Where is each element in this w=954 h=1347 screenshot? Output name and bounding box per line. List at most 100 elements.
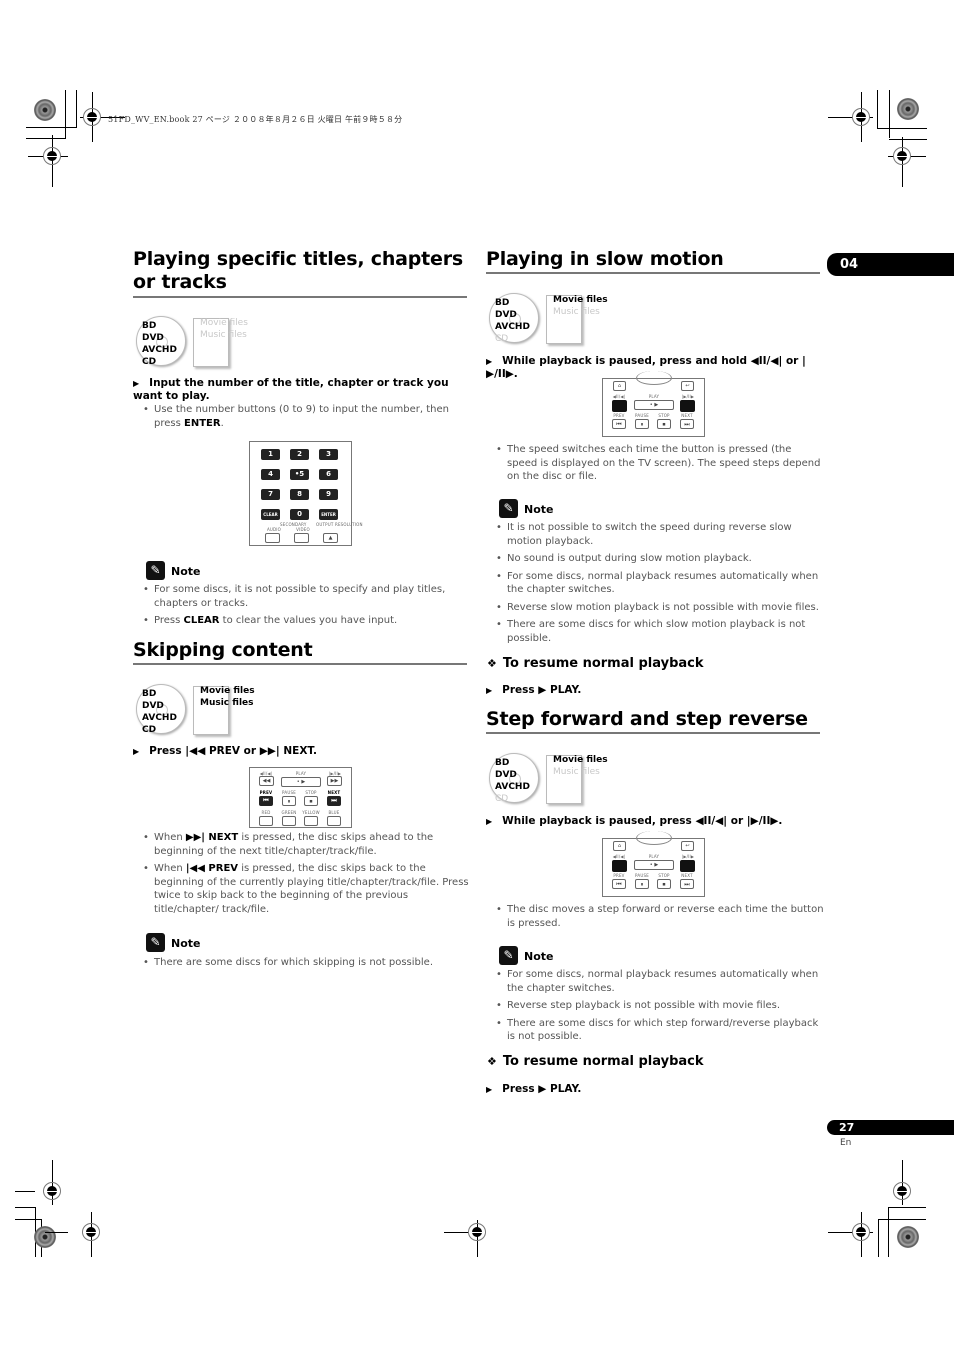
remote-label: OUTPUT RESOLUTION (316, 522, 363, 527)
registration-mark-icon (893, 1182, 911, 1200)
note-label: Note (171, 565, 201, 578)
note-list: It is not possible to switch the speed d… (494, 521, 824, 649)
registration-mark-icon (893, 147, 911, 165)
subheading-resume: ❖ To resume normal playback (487, 656, 704, 672)
registration-mark-icon (83, 108, 101, 126)
note-heading: ✎ Note (499, 499, 599, 519)
file-type-list: Movie files Music files (200, 317, 248, 341)
step-arrow-icon: ▶ (133, 379, 140, 388)
file-type-label: Movie files (200, 686, 255, 696)
transport-key: ⏮ (612, 879, 626, 889)
diamond-bullet-icon: ❖ (487, 1055, 497, 1068)
step-arrow-icon: ▶ (486, 1085, 493, 1094)
remote-step-illustration: ⌂ ↩ ◀II/◀| PLAY |▶/II▶ • ▶ PREV ⏮ PAUSE ⏸ STOP ⏹ NEX… (602, 831, 705, 897)
return-key-icon: ↩ (681, 841, 694, 851)
color-bar-dial-icon (34, 1226, 56, 1248)
remote-key: 6 (319, 469, 338, 480)
note-heading: ✎ Note (499, 946, 599, 966)
registration-mark-icon (852, 108, 870, 126)
remote-key: 1 (261, 449, 280, 460)
pencil-note-icon: ✎ (146, 561, 165, 580)
remote-key: 9 (319, 489, 338, 500)
media-badge: BD DVD AVCHD CD Movie files Music files (489, 753, 608, 813)
instruction-step: ▶ Press ▶ PLAY. (486, 1083, 581, 1096)
instruction-step: ▶ Press ▶ PLAY. (486, 684, 581, 697)
media-badge: BD DVD AVCHD CD Movie files Music files (136, 684, 255, 744)
pencil-note-icon: ✎ (499, 946, 518, 965)
item-text: The speed switches each time the button … (507, 444, 821, 482)
color-bar-dial-icon (34, 99, 56, 121)
bullet-list: The disc moves a step forward or reverse… (494, 903, 824, 934)
step-arrow-icon: ▶ (486, 817, 493, 826)
bullet-list: When ▶▶| NEXT is pressed, the disc skips… (141, 831, 473, 920)
remote-label: VIDEO (296, 527, 310, 532)
transport-key: ⏹ (304, 796, 318, 806)
item-text: Press (154, 615, 184, 626)
disc-type-avchd: AVCHD (142, 345, 177, 355)
file-type-label: Music files (200, 698, 254, 708)
media-badge: BD DVD AVCHD CD Movie files Music files (136, 316, 248, 376)
note-label: Note (524, 503, 554, 516)
instruction-step: ▶ Input the number of the title, chapter … (133, 377, 469, 403)
remote-key (294, 533, 309, 543)
disc-type-dvd: DVD (142, 701, 164, 711)
list-item: No sound is output during slow motion pl… (494, 552, 824, 566)
item-text: When (154, 863, 186, 874)
remote-key: 3 (319, 449, 338, 460)
transport-key: ⏭ (327, 796, 341, 806)
diamond-bullet-icon: ❖ (487, 657, 497, 670)
disc-type-dvd: DVD (495, 310, 517, 320)
remote-label: YELLOW (302, 810, 320, 815)
remote-label: PAUSE (635, 413, 649, 418)
disc-type-cd: CD (495, 794, 509, 804)
list-item: Press CLEAR to clear the values you have… (141, 614, 471, 628)
disc-type-avchd: AVCHD (495, 322, 530, 332)
remote-label: PLAY (648, 854, 660, 859)
note-list: For some discs, it is not possible to sp… (141, 583, 471, 632)
remote-label: ◀II/◀| (612, 854, 626, 859)
transport-key: ⏭ (680, 879, 694, 889)
media-badge: BD DVD AVCHD CD Movie files Music files (489, 293, 608, 353)
color-key (304, 816, 318, 826)
list-item: The speed switches each time the button … (494, 443, 824, 484)
pencil-note-icon: ✎ (499, 499, 518, 518)
step-arrow-icon: ▶ (486, 686, 493, 695)
instruction-step: ▶ While playback is paused, press ◀II/◀| … (486, 815, 826, 828)
remote-label: STOP (658, 413, 670, 418)
item-bold-text: |◀◀ PREV (185, 863, 239, 874)
remote-key: •5 (290, 469, 309, 480)
disc-type-dvd: DVD (142, 333, 164, 343)
disc-type-bd: BD (495, 758, 510, 768)
page-number: 27 (827, 1120, 954, 1135)
play-key: • ▶ (634, 400, 674, 410)
step-text: Input the number of the title, chapter o… (133, 377, 449, 402)
instruction-step: ▶ Press |◀◀ PREV or ▶▶| NEXT. (133, 745, 469, 758)
remote-label: PREV (613, 413, 625, 418)
item-bold-text: ENTER (184, 417, 221, 429)
remote-label: STOP (658, 873, 670, 878)
print-slug: 51FD_WV_EN.book 27 ページ ２００８年８月２６日 火曜日 午前… (108, 115, 403, 124)
list-item: Use the number buttons (0 to 9) to input… (141, 403, 471, 430)
remote-label: NEXT (681, 413, 693, 418)
disc-type-bd: BD (142, 321, 157, 331)
remote-key: 2 (290, 449, 309, 460)
note-heading: ✎ Note (146, 561, 246, 581)
disc-type-avchd: AVCHD (495, 782, 530, 792)
remote-label: |▶/II▶ (681, 394, 695, 399)
item-bold-text: CLEAR (183, 615, 220, 626)
file-type-label: Movie files (553, 295, 608, 305)
remote-key: 7 (261, 489, 280, 500)
file-type-label: Movie files (200, 318, 248, 328)
bullet-list: The speed switches each time the button … (494, 443, 824, 488)
chapter-tab: 04 (827, 253, 954, 276)
remote-label: PLAY (295, 771, 307, 776)
note-list: There are some discs for which skipping … (141, 956, 471, 974)
remote-slow-illustration: ⌂ ↩ ◀II/◀| PLAY |▶/II▶ • ▶ PREV ⏮ PAUSE ⏸ STOP ⏹ NEX… (602, 371, 705, 437)
transport-key: ⏸ (635, 419, 649, 429)
item-text: For some discs, it is not possible to sp… (154, 584, 446, 609)
item-text: Reverse slow motion playback is not poss… (507, 601, 819, 613)
file-type-label: Music files (553, 767, 600, 777)
remote-label: AUDIO (266, 527, 282, 532)
transport-key: ⏮ (612, 419, 626, 429)
pencil-note-icon: ✎ (146, 933, 165, 952)
